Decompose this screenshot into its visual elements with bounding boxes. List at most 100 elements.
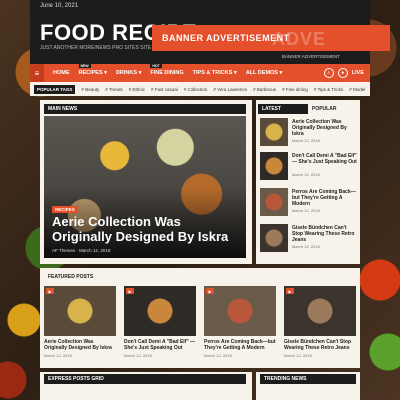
featured-thumbnail[interactable]: ▶: [44, 286, 116, 336]
tag-label: Barbecue: [256, 86, 277, 92]
featured-date: March 12, 2018: [204, 353, 232, 358]
nav-badge-hot: HOT: [150, 64, 162, 68]
section-title: EXPRESS POSTS GRID: [48, 376, 104, 382]
featured-thumbnail[interactable]: ▶: [204, 286, 276, 336]
popular-tags-bar: POPULAR TAGS # Beauty # Trends # Ethnic …: [30, 82, 370, 96]
top-bar: June 10, 2021: [30, 0, 370, 14]
latest-thumbnail[interactable]: [260, 152, 288, 180]
banner-advertisement[interactable]: BANNER ADVERTISEMENT ADVE: [152, 25, 390, 51]
tab-label: POPULAR: [312, 106, 337, 112]
main-news-heading: MAIN NEWS: [44, 104, 246, 114]
tab-latest[interactable]: LATEST: [258, 104, 308, 114]
nav-label: TIPS & TRICKS: [192, 70, 233, 76]
latest-date: March 12, 2018: [292, 138, 320, 143]
tag-label: Beauty: [85, 86, 100, 92]
express-posts-heading: EXPRESS POSTS GRID: [44, 374, 246, 384]
featured-card[interactable]: ▶ Don't Call Demi A "Bad Elf" — She's Ju…: [124, 286, 196, 358]
current-date: June 10, 2021: [40, 3, 79, 9]
tag-label: Ethnic: [132, 86, 145, 92]
popular-tags-label: POPULAR TAGS: [34, 84, 76, 94]
main-navigation: ≡ HOME NEW RECIPES ▾ DRINKS ▾ HOT FINE DIN…: [30, 64, 370, 82]
hero-category-badge[interactable]: RECIPES: [52, 206, 78, 213]
banner-subtext: BANNER ADVERTISEMENT: [282, 54, 340, 59]
section-title: FEATURED POSTS: [48, 274, 94, 280]
featured-thumbnail[interactable]: ▶: [124, 286, 196, 336]
play-icon: ▶: [206, 288, 214, 294]
play-icon: ▶: [126, 288, 134, 294]
featured-thumbnail[interactable]: ▶: [284, 286, 356, 336]
nav-badge-new: NEW: [78, 64, 91, 68]
latest-date: March 12, 2018: [292, 208, 320, 213]
tag-label: Vera Lawrence: [217, 86, 248, 92]
search-icon[interactable]: ⌕: [323, 68, 334, 78]
nav-label: RECIPES: [78, 70, 103, 76]
nav-item-all-demos[interactable]: ALL DEMOS ▾: [246, 70, 283, 76]
tag-item[interactable]: # Barbecue: [253, 87, 276, 92]
play-icon: ▶: [46, 288, 54, 294]
featured-card[interactable]: ▶ Gisele Bündchen Can't Stop Wearing The…: [284, 286, 356, 358]
tag-label: Fast casual: [154, 86, 178, 92]
featured-posts-heading: FEATURED POSTS: [44, 272, 356, 282]
featured-title[interactable]: Perros Are Coming Back—but They're Getti…: [204, 339, 276, 351]
tab-popular[interactable]: POPULAR: [308, 104, 358, 114]
latest-item[interactable]: Don't Call Demi A "Bad Elf" — She's Just…: [260, 152, 358, 182]
nav-item-home[interactable]: HOME: [53, 70, 70, 76]
hero-meta: AF Themes · March 12, 2018: [52, 248, 111, 253]
tag-item[interactable]: # Vera Lawrence: [213, 87, 247, 92]
tag-label: Collection: [187, 86, 208, 92]
latest-title[interactable]: Perros Are Coming Back—but They're Getti…: [292, 189, 358, 207]
site-header: FOOD RECIPE JUST ANOTHER MOREINEWS PRO S…: [30, 14, 390, 64]
tag-label: Tips & Tricks: [317, 86, 344, 92]
tag-item[interactable]: # Model: [349, 87, 365, 92]
tag-label: Trends: [108, 86, 123, 92]
featured-date: March 12, 2018: [284, 353, 312, 358]
nav-item-fine-dining[interactable]: HOT FINE DINING: [150, 64, 184, 76]
site-tagline: JUST ANOTHER MOREINEWS PRO SITES SITE: [40, 45, 152, 51]
tag-item[interactable]: # Collection: [184, 87, 208, 92]
live-label[interactable]: LIVE: [352, 70, 364, 76]
nav-item-tips-tricks[interactable]: TIPS & TRICKS ▾: [193, 70, 237, 76]
featured-title[interactable]: Don't Call Demi A "Bad Elf" — She's Just…: [124, 339, 196, 351]
latest-title[interactable]: Gisele Bündchen Can't Stop Wearing These…: [292, 225, 358, 243]
tag-item[interactable]: # Ethnic: [129, 87, 145, 92]
nav-label: ALL DEMOS: [245, 70, 278, 76]
play-icon[interactable]: ●: [337, 68, 348, 78]
nav-label: DRINKS: [115, 70, 138, 76]
tag-item[interactable]: # Tips & Tricks: [314, 87, 343, 92]
nav-label: HOME: [53, 70, 70, 76]
menu-icon[interactable]: ≡: [30, 64, 44, 82]
nav-item-recipes[interactable]: NEW RECIPES ▾: [78, 64, 107, 76]
featured-card[interactable]: ▶ Perros Are Coming Back—but They're Get…: [204, 286, 276, 358]
trending-news-heading: TRENDING NEWS: [260, 374, 356, 384]
tab-label: LATEST: [262, 106, 282, 112]
latest-date: March 12, 2018: [292, 172, 320, 177]
tag-item[interactable]: # Trends: [105, 87, 123, 92]
nav-label: FINE DINING: [150, 70, 184, 76]
featured-title[interactable]: Aerie Collection Was Originally Designed…: [44, 339, 116, 351]
latest-thumbnail[interactable]: [260, 188, 288, 216]
hero-title[interactable]: Aerie Collection Was Originally Designed…: [52, 214, 242, 244]
latest-title[interactable]: Don't Call Demi A "Bad Elf" — She's Just…: [292, 153, 358, 165]
featured-title[interactable]: Gisele Bündchen Can't Stop Wearing These…: [284, 339, 356, 351]
banner-ghost-text: ADVE: [272, 29, 327, 49]
banner-text: BANNER ADVERTISEMENT: [162, 33, 290, 43]
nav-item-drinks[interactable]: DRINKS ▾: [116, 70, 141, 76]
latest-thumbnail[interactable]: [260, 224, 288, 252]
latest-item[interactable]: Aerie Collection Was Originally Designed…: [260, 118, 358, 148]
tag-label: Fine dining: [285, 86, 308, 92]
featured-date: March 12, 2018: [44, 353, 72, 358]
latest-title[interactable]: Aerie Collection Was Originally Designed…: [292, 119, 358, 137]
tag-item[interactable]: # Fine dining: [282, 87, 308, 92]
tag-item[interactable]: # Beauty: [81, 87, 99, 92]
featured-date: March 12, 2018: [124, 353, 152, 358]
latest-item[interactable]: Perros Are Coming Back—but They're Getti…: [260, 188, 358, 218]
tag-item[interactable]: # Fast casual: [151, 87, 178, 92]
hero-article[interactable]: RECIPES Aerie Collection Was Originally …: [44, 116, 246, 258]
section-title: TRENDING NEWS: [264, 376, 307, 382]
latest-thumbnail[interactable]: [260, 118, 288, 146]
latest-date: March 12, 2018: [292, 244, 320, 249]
featured-card[interactable]: ▶ Aerie Collection Was Originally Design…: [44, 286, 116, 358]
latest-item[interactable]: Gisele Bündchen Can't Stop Wearing These…: [260, 224, 358, 254]
latest-tabs: LATEST POPULAR: [258, 104, 358, 114]
tag-label: Model: [352, 86, 366, 92]
